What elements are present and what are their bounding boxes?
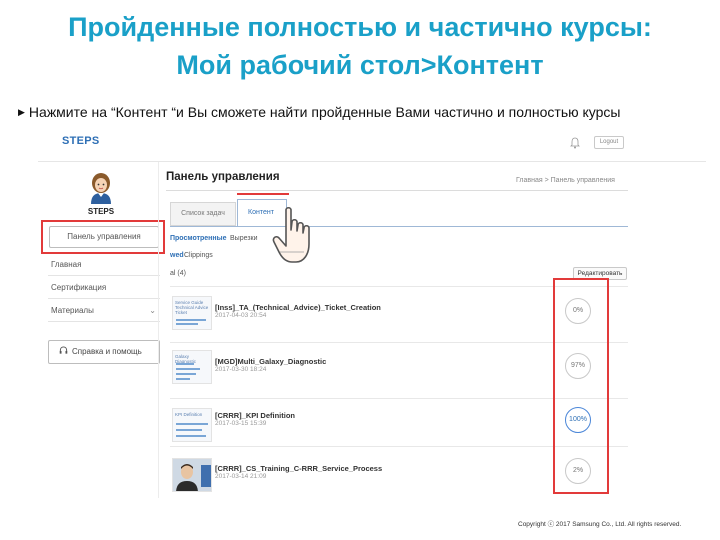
app-screenshot: STEPS Logout STEPS Панель управления Гла… [38,128,706,498]
course-date: 2017-04-03 20:54 [215,312,267,319]
course-thumbnail [172,458,212,492]
course-title[interactable]: [Inss]_TA_(Technical_Advice)_Ticket_Crea… [215,303,381,312]
sidebar-item-label: Главная [51,260,82,269]
course-title[interactable]: [MGD]Multi_Galaxy_Diagnostic [215,357,326,366]
help-button[interactable]: Справка и помощь [48,340,160,364]
progress-indicator: 100% [565,407,591,433]
person-photo-icon [173,459,211,491]
avatar-icon [91,173,111,204]
highlight-content-tab [237,193,289,195]
chevron-down-icon: ⌄ [149,306,156,315]
slide-title-line2: Мой рабочий стол>Контент [176,50,544,80]
user-label: STEPS [87,207,115,216]
subtab-viewed-en[interactable]: wed [170,252,184,259]
course-date: 2017-03-14 21:09 [215,473,267,480]
title-divider [166,190,628,191]
subtab-viewed[interactable]: Просмотренные [170,235,227,242]
instruction-text: Нажмите на “Контент “и Вы сможете найти … [28,104,621,120]
headset-icon [59,346,68,354]
course-thumbnail: Service Guide Technical Advice Ticket [172,296,212,330]
sidebar-divider [158,162,159,498]
sidebar-item-label: Материалы [51,306,94,315]
bullet-arrow-icon: ▶ [18,107,25,117]
instruction-bullet: ▶ Нажмите на “Контент “и Вы сможете найти… [18,104,621,120]
course-date: 2017-03-15 15:39 [215,420,267,427]
sidebar-item-home[interactable]: Главная [48,254,160,276]
thumbnail-text: Service Guide Technical Advice Ticket [175,300,209,315]
slide: Пройденные полностью и частично курсы: М… [0,0,720,540]
steps-logo[interactable]: STEPS [62,135,100,147]
thumbnail-text: KPI Definition [175,412,203,417]
progress-indicator: 97% [565,353,591,379]
thumbnail-bar [176,423,208,425]
tab-task-list[interactable]: Список задач [170,202,236,226]
subtab-clippings-en[interactable]: Clippings [184,252,213,259]
total-count: al (4) [170,270,186,277]
breadcrumb: Главная > Панель управления [516,177,615,184]
dashboard-button[interactable]: Панель управления [49,226,159,248]
course-thumbnail: Galaxy Diagnostic [172,350,212,384]
course-thumbnail: KPI Definition [172,408,212,442]
logout-button[interactable]: Logout [594,136,624,149]
thumbnail-bar [176,378,190,380]
subtab-clippings[interactable]: Вырезки [230,235,258,242]
progress-indicator: 0% [565,298,591,324]
thumbnail-bar [176,323,198,325]
sidebar-item-materials[interactable]: Материалы ⌄ [48,300,160,322]
tab-baseline [170,226,628,227]
course-title[interactable]: [CRRR]_KPI Definition [215,411,295,420]
slide-title-line1: Пройденные полностью и частично курсы: [68,12,652,42]
progress-indicator: 2% [565,458,591,484]
sidebar-item-label: Сертификация [51,283,107,292]
thumbnail-bar [176,435,206,437]
help-button-label: Справка и помощь [72,347,142,356]
course-date: 2017-03-30 18:24 [215,366,267,373]
thumbnail-bar [176,363,194,365]
thumbnail-bar [176,373,196,375]
hand-pointer-icon [272,206,310,263]
thumbnail-bar [176,429,202,431]
thumbnail-bar [176,319,206,321]
page-title: Панель управления [166,171,280,183]
bell-icon[interactable] [570,137,580,149]
copyright: Copyright ⓒ 2017 Samsung Co., Ltd. All r… [518,521,682,528]
sidebar-item-certification[interactable]: Сертификация [48,277,160,299]
thumbnail-bar [176,368,200,370]
course-title[interactable]: [CRRR]_CS_Training_C-RRR_Service_Process [215,464,382,473]
